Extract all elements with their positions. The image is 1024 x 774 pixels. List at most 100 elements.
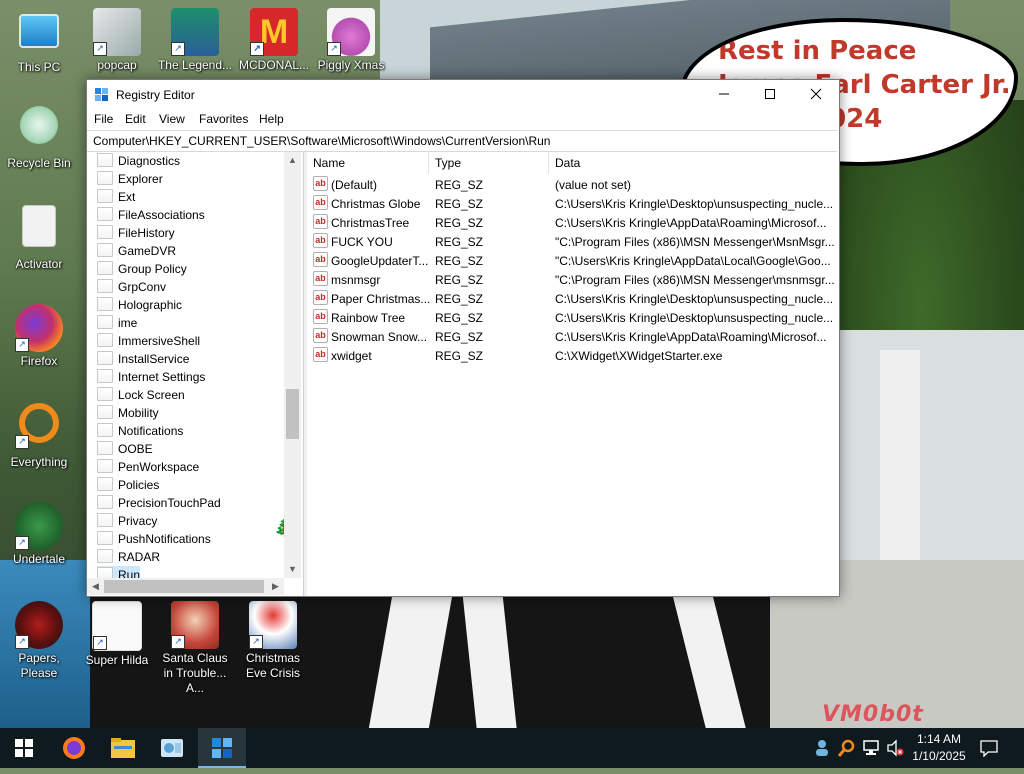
table-row[interactable]: ab Rainbow Tree REG_SZ C:\Users\Kris Krin… <box>307 309 837 328</box>
desktop-icon-popcap[interactable]: ↗ popcap <box>79 8 155 73</box>
menu-help[interactable]: Help <box>259 112 284 126</box>
table-row[interactable]: ab Paper Christmas... REG_SZ C:\Users\Kri… <box>307 290 837 309</box>
scroll-left-icon[interactable]: ◀ <box>87 578 104 595</box>
minimize-button[interactable] <box>701 80 747 110</box>
tray-network-icon[interactable] <box>862 728 880 768</box>
tree-item[interactable]: Diagnostics <box>97 152 180 170</box>
value-data-cell: C:\Users\Kris Kringle\Desktop\unsuspecti… <box>555 311 834 325</box>
menu-edit[interactable]: Edit <box>125 112 146 126</box>
desktop-icon-everything[interactable]: ↗ Everything <box>1 403 77 470</box>
tray-volume-muted-icon[interactable] <box>886 728 904 768</box>
table-row[interactable]: ab ChristmasTree REG_SZ C:\Users\Kris Kri… <box>307 214 837 233</box>
value-type-cell: REG_SZ <box>435 311 484 325</box>
desktop-icon-santa[interactable]: ↗ Santa Claus in Trouble... A... <box>157 601 233 696</box>
start-button[interactable] <box>0 728 48 768</box>
papers-please-icon: ↗ <box>15 601 63 649</box>
registry-editor-window[interactable]: Registry Editor File Edit View Favorites… <box>86 79 840 597</box>
desktop-icon-legend[interactable]: ↗ The Legend... <box>157 8 233 73</box>
column-header-name[interactable]: Name <box>307 152 429 174</box>
shortcut-arrow-icon: ↗ <box>93 636 107 650</box>
tree-item[interactable]: ImmersiveShell <box>97 332 200 350</box>
scroll-thumb[interactable] <box>104 580 264 593</box>
string-value-icon: ab <box>313 252 328 267</box>
tray-network-people-icon[interactable] <box>813 728 831 768</box>
tree-item[interactable]: Explorer <box>97 170 163 188</box>
key-tree[interactable]: Diagnostics Explorer Ext FileAssociation… <box>87 152 301 596</box>
table-row[interactable]: ab msnmsgr REG_SZ "C:\Program Files (x86)… <box>307 271 837 290</box>
taskbar-registry-editor[interactable] <box>198 728 246 768</box>
folder-icon <box>97 441 113 455</box>
tree-item[interactable]: GrpConv <box>97 278 166 296</box>
tree-item[interactable]: PushNotifications <box>97 530 211 548</box>
desktop-icon-christmas-eve[interactable]: ↗ Christmas Eve Crisis <box>235 601 311 681</box>
close-button[interactable] <box>793 80 839 110</box>
desktop-icon-super-hilda[interactable]: ↗ Super Hilda <box>79 601 155 668</box>
table-row[interactable]: ab GoogleUpdaterT... REG_SZ "C:\Users\Kri… <box>307 252 837 271</box>
table-row[interactable]: ab (Default) REG_SZ (value not set) <box>307 176 837 195</box>
action-center-button[interactable] <box>980 728 1004 768</box>
desktop-icon-this-pc[interactable]: This PC <box>1 8 77 75</box>
desktop-icon-label: Christmas Eve Crisis <box>245 651 300 680</box>
scroll-down-icon[interactable]: ▼ <box>284 561 301 578</box>
scroll-right-icon[interactable]: ▶ <box>267 578 284 595</box>
tree-vertical-scrollbar[interactable]: ▲ ▼ <box>284 152 301 578</box>
menu-file[interactable]: File <box>94 112 113 126</box>
taskbar-firefox[interactable] <box>50 728 98 768</box>
menu-favorites[interactable]: Favorites <box>199 112 248 126</box>
value-type-cell: REG_SZ <box>435 292 484 306</box>
desktop-icon-papers-please[interactable]: ↗ Papers, Please <box>1 601 77 681</box>
scroll-thumb[interactable] <box>286 389 299 439</box>
tree-item[interactable]: Holographic <box>97 296 182 314</box>
folder-icon <box>97 369 113 383</box>
values-list[interactable]: Name Type Data ab (Default) REG_SZ (value… <box>307 152 837 596</box>
tree-item[interactable]: Policies <box>97 476 159 494</box>
tree-item[interactable]: Internet Settings <box>97 368 205 386</box>
tray-everything-icon[interactable] <box>837 728 856 768</box>
folder-icon <box>97 405 113 419</box>
desktop-icon-firefox[interactable]: ↗ Firefox <box>1 304 77 369</box>
piggly-icon: ↗ <box>327 8 375 56</box>
folder-icon <box>97 279 113 293</box>
desktop-icon-activator[interactable]: Activator <box>1 205 77 272</box>
desktop-icon-recycle-bin[interactable]: Recycle Bin <box>1 106 77 171</box>
tree-horizontal-scrollbar[interactable]: ◀ ▶ <box>87 578 284 595</box>
desktop-icon-mcdonalds[interactable]: M ↗ MCDONAL... <box>236 8 312 73</box>
menu-view[interactable]: View <box>159 112 185 126</box>
tree-item[interactable]: FileHistory <box>97 224 175 242</box>
tree-item[interactable]: PenWorkspace <box>97 458 199 476</box>
address-path[interactable]: Computer\HKEY_CURRENT_USER\Software\Micr… <box>93 134 550 148</box>
table-row[interactable]: ab Christmas Globe REG_SZ C:\Users\Kris K… <box>307 195 837 214</box>
control-panel-icon <box>161 739 183 757</box>
address-bar[interactable]: Computer\HKEY_CURRENT_USER\Software\Micr… <box>87 130 837 152</box>
title-bar[interactable]: Registry Editor <box>87 80 839 110</box>
tree-item[interactable]: Mobility <box>97 404 159 422</box>
column-header-type[interactable]: Type <box>429 152 549 174</box>
tree-item[interactable]: ime <box>97 314 137 332</box>
taskbar-clock[interactable]: 1:14 AM 1/10/2025 <box>904 731 974 765</box>
taskbar-control-panel[interactable] <box>148 728 196 768</box>
desktop-icon-piggly[interactable]: ↗ Piggly Xmas <box>313 8 389 73</box>
table-row[interactable]: ab FUCK YOU REG_SZ "C:\Program Files (x86… <box>307 233 837 252</box>
tree-item[interactable]: RADAR <box>97 548 160 566</box>
maximize-button[interactable] <box>747 80 793 110</box>
desktop-icon-undertale[interactable]: ↗ Undertale <box>1 502 77 567</box>
tree-item[interactable]: OOBE <box>97 440 153 458</box>
value-data-cell: C:\Users\Kris Kringle\AppData\Roaming\Mi… <box>555 216 827 230</box>
scroll-up-icon[interactable]: ▲ <box>284 152 301 169</box>
tree-item[interactable]: Privacy <box>97 512 157 530</box>
tree-item[interactable]: Ext <box>97 188 135 206</box>
value-name-cell: ab Paper Christmas... <box>313 290 431 309</box>
table-row[interactable]: ab xwidget REG_SZ C:\XWidget\XWidgetStart… <box>307 347 837 366</box>
tree-item[interactable]: GameDVR <box>97 242 176 260</box>
tree-item[interactable]: Group Policy <box>97 260 187 278</box>
tree-item[interactable]: Lock Screen <box>97 386 185 404</box>
tree-item[interactable]: InstallService <box>97 350 189 368</box>
maximize-icon <box>765 89 775 99</box>
column-header-data[interactable]: Data <box>549 152 837 174</box>
tree-item[interactable]: PrecisionTouchPad <box>97 494 221 512</box>
table-row[interactable]: ab Snowman Snow... REG_SZ C:\Users\Kris K… <box>307 328 837 347</box>
tree-item[interactable]: FileAssociations <box>97 206 205 224</box>
taskbar-file-explorer[interactable] <box>99 728 147 768</box>
christmas-eve-icon: ↗ <box>249 601 297 649</box>
tree-item[interactable]: Notifications <box>97 422 183 440</box>
